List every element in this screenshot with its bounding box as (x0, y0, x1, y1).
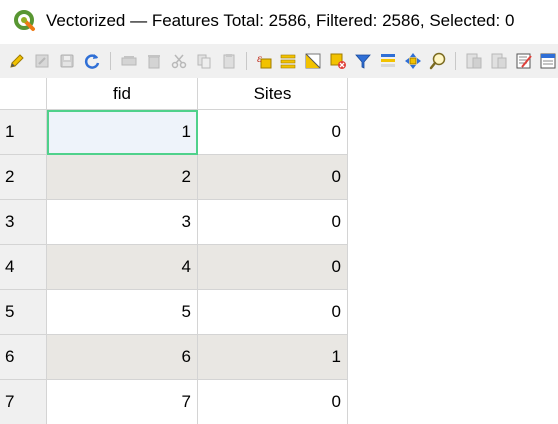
add-feature-icon[interactable] (120, 52, 138, 70)
reload-table-icon[interactable] (83, 52, 101, 70)
table-row: 5 5 0 (0, 290, 348, 335)
table-cell-fid[interactable]: 5 (47, 290, 198, 335)
title-bar: Vectorized — Features Total: 2586, Filte… (0, 0, 558, 44)
delete-feature-icon[interactable] (145, 52, 163, 70)
new-field-icon[interactable] (465, 52, 483, 70)
table-cell-fid[interactable]: 3 (47, 200, 198, 245)
svg-text:ε: ε (257, 54, 262, 65)
row-header[interactable]: 4 (0, 245, 47, 290)
table-corner-button[interactable] (0, 78, 47, 110)
row-header[interactable]: 5 (0, 290, 47, 335)
attribute-table: fid Sites 1 1 0 2 2 0 3 3 0 4 4 0 5 5 0 … (0, 78, 558, 424)
invert-selection-icon[interactable] (304, 52, 322, 70)
table-row: 3 3 0 (0, 200, 348, 245)
attribute-table-window: Vectorized — Features Total: 2586, Filte… (0, 0, 558, 424)
table-cell-sites[interactable]: 0 (198, 110, 348, 155)
row-header[interactable]: 3 (0, 200, 47, 245)
column-header-sites[interactable]: Sites (198, 78, 348, 110)
row-header[interactable]: 1 (0, 110, 47, 155)
conditional-formatting-icon[interactable] (539, 52, 557, 70)
window-title: Vectorized — Features Total: 2586, Filte… (46, 11, 515, 30)
move-selection-top-icon[interactable] (379, 52, 397, 70)
cut-icon[interactable] (170, 52, 188, 70)
table-cell-sites[interactable]: 1 (198, 335, 348, 380)
table-row: 7 7 0 (0, 380, 348, 424)
table-cell-fid[interactable]: 1 (47, 110, 198, 155)
filter-select-icon[interactable] (354, 52, 372, 70)
table-cell-fid[interactable]: 2 (47, 155, 198, 200)
zoom-to-selection-icon[interactable] (429, 52, 447, 70)
table-cell-fid[interactable]: 6 (47, 335, 198, 380)
row-header[interactable]: 7 (0, 380, 47, 424)
row-header[interactable]: 2 (0, 155, 47, 200)
row-header[interactable]: 6 (0, 335, 47, 380)
toolbar-separator (110, 52, 111, 70)
multi-edit-icon[interactable] (33, 52, 51, 70)
paste-icon[interactable] (220, 52, 238, 70)
table-cell-sites[interactable]: 0 (198, 290, 348, 335)
table-row: 6 6 1 (0, 335, 348, 380)
deselect-all-icon[interactable] (329, 52, 347, 70)
select-by-expression-icon[interactable]: ε (255, 52, 273, 70)
pan-to-selection-icon[interactable] (404, 52, 422, 70)
save-edits-icon[interactable] (58, 52, 76, 70)
table-cell-fid[interactable]: 7 (47, 380, 198, 424)
table-cell-sites[interactable]: 0 (198, 245, 348, 290)
table-cell-fid[interactable]: 4 (47, 245, 198, 290)
toolbar-separator (246, 52, 247, 70)
table-cell-sites[interactable]: 0 (198, 200, 348, 245)
delete-field-icon[interactable] (490, 52, 508, 70)
copy-icon[interactable] (195, 52, 213, 70)
table-row: 4 4 0 (0, 245, 348, 290)
table-empty-area (348, 110, 558, 424)
field-calculator-icon[interactable] (515, 52, 533, 70)
table-row: 2 2 0 (0, 155, 348, 200)
table-row: 1 1 0 (0, 110, 348, 155)
toolbar: ε (0, 44, 558, 78)
toggle-editing-icon[interactable] (8, 52, 26, 70)
toolbar-separator (455, 52, 456, 70)
column-header-fid[interactable]: fid (47, 78, 198, 110)
table-cell-sites[interactable]: 0 (198, 380, 348, 424)
select-all-icon[interactable] (279, 52, 297, 70)
table-cell-sites[interactable]: 0 (198, 155, 348, 200)
qgis-logo-icon (14, 10, 35, 31)
